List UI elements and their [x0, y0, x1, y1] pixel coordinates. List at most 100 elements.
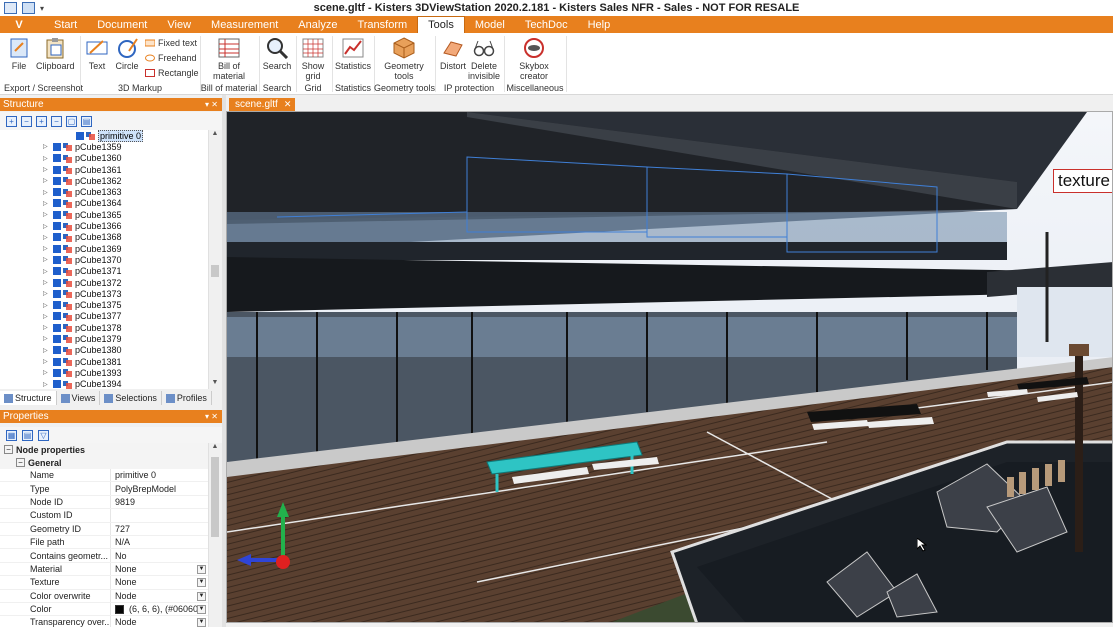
- geometry-tools-button[interactable]: Geometry tools: [384, 35, 424, 81]
- node-properties-category[interactable]: − Node properties: [0, 443, 208, 456]
- tab-views[interactable]: Views: [57, 391, 101, 405]
- visibility-checkbox[interactable]: [53, 222, 61, 231]
- tree-node[interactable]: ▷ pCube1361: [0, 164, 208, 175]
- quick-access-dropdown-icon[interactable]: ▾: [40, 4, 44, 13]
- expand-level-icon[interactable]: +: [36, 115, 47, 127]
- visibility-checkbox[interactable]: [53, 210, 61, 219]
- visibility-checkbox[interactable]: [53, 289, 61, 298]
- property-value[interactable]: primitive 0: [110, 469, 208, 482]
- freehand-button[interactable]: Freehand: [145, 53, 197, 63]
- property-value[interactable]: 9819: [110, 495, 208, 509]
- show-all-icon[interactable]: ▢: [66, 115, 77, 127]
- expand-arrow-icon[interactable]: ▷: [43, 256, 51, 263]
- expand-arrow-icon[interactable]: ▷: [43, 381, 51, 388]
- statistics-button[interactable]: Statistics: [335, 35, 371, 71]
- tree-node[interactable]: ▷ pCube1368: [0, 232, 208, 243]
- property-value[interactable]: Node ▼: [110, 616, 208, 627]
- property-row[interactable]: Custom ID: [0, 509, 208, 523]
- expand-arrow-icon[interactable]: ▷: [43, 211, 51, 218]
- tab-transform[interactable]: Transform: [347, 16, 417, 33]
- circle-markup-button[interactable]: Circle: [114, 35, 140, 71]
- visibility-checkbox[interactable]: [53, 142, 61, 151]
- tree-node[interactable]: ▷ pCube1373: [0, 288, 208, 299]
- visibility-checkbox[interactable]: [53, 154, 61, 163]
- property-value[interactable]: 727: [110, 522, 208, 535]
- tab-model[interactable]: Model: [465, 16, 515, 33]
- tab-view[interactable]: View: [157, 16, 201, 33]
- expand-arrow-icon[interactable]: ▷: [43, 290, 51, 297]
- collapse-all-icon[interactable]: −: [21, 115, 32, 127]
- 3d-scene[interactable]: [227, 112, 1113, 623]
- tree-node[interactable]: ▷ pCube1360: [0, 153, 208, 164]
- document-tab[interactable]: scene.gltf ✕: [229, 98, 296, 111]
- property-value[interactable]: No: [110, 549, 208, 562]
- tab-techdoc[interactable]: TechDoc: [515, 16, 578, 33]
- dropdown-arrow-icon[interactable]: ▼: [197, 604, 206, 614]
- visibility-checkbox[interactable]: [76, 131, 84, 140]
- sort-icon[interactable]: ▤: [22, 429, 33, 441]
- show-grid-button[interactable]: Show grid: [298, 35, 328, 81]
- visibility-checkbox[interactable]: [53, 278, 61, 287]
- distort-button[interactable]: Distort: [438, 35, 468, 71]
- visibility-checkbox[interactable]: [53, 323, 61, 332]
- expand-arrow-icon[interactable]: ▷: [43, 166, 51, 173]
- filter-icon[interactable]: ▽: [38, 429, 49, 441]
- tree-node[interactable]: ▷ pCube1366: [0, 220, 208, 231]
- visibility-checkbox[interactable]: [53, 176, 61, 185]
- tab-document[interactable]: Document: [87, 16, 157, 33]
- property-row[interactable]: Name primitive 0: [0, 469, 208, 483]
- tree-node[interactable]: ▷ pCube1372: [0, 277, 208, 288]
- tree-node[interactable]: ▷ pCube1363: [0, 186, 208, 197]
- visibility-checkbox[interactable]: [53, 301, 61, 310]
- tab-tools[interactable]: Tools: [417, 16, 465, 33]
- visibility-checkbox[interactable]: [53, 312, 61, 321]
- tree-node[interactable]: ▷ pCube1365: [0, 209, 208, 220]
- tree-node[interactable]: ▷ pCube1394: [0, 379, 208, 389]
- visibility-checkbox[interactable]: [53, 334, 61, 343]
- tree-node[interactable]: ▷ pCube1362: [0, 175, 208, 186]
- visibility-checkbox[interactable]: [53, 188, 61, 197]
- tree-node[interactable]: ▷ pCube1381: [0, 356, 208, 367]
- property-row[interactable]: Texture None ▼: [0, 576, 208, 590]
- tab-profiles[interactable]: Profiles: [162, 391, 212, 405]
- expand-arrow-icon[interactable]: ▷: [43, 234, 51, 241]
- tab-analyze[interactable]: Analyze: [288, 16, 347, 33]
- property-value[interactable]: (6, 6, 6), (#060606) ▼: [110, 602, 208, 616]
- property-row[interactable]: Node ID 9819: [0, 495, 208, 510]
- tree-node[interactable]: ▷ pCube1371: [0, 266, 208, 277]
- property-value[interactable]: Node ▼: [110, 589, 208, 602]
- expand-arrow-icon[interactable]: ▷: [43, 369, 51, 376]
- property-value[interactable]: N/A: [110, 535, 208, 549]
- close-icon[interactable]: ✕: [284, 99, 292, 110]
- expand-arrow-icon[interactable]: ▷: [43, 155, 51, 162]
- structure-scrollbar[interactable]: ▲ ▼: [208, 130, 222, 389]
- property-value[interactable]: None ▼: [110, 562, 208, 576]
- tree-node[interactable]: ▷ pCube1364: [0, 198, 208, 209]
- dropdown-arrow-icon[interactable]: ▼: [197, 618, 206, 627]
- expand-arrow-icon[interactable]: ▷: [43, 200, 51, 207]
- tree-node[interactable]: ▷ pCube1379: [0, 333, 208, 344]
- expand-arrow-icon[interactable]: ▷: [43, 302, 51, 309]
- expand-arrow-icon[interactable]: ▷: [43, 177, 51, 184]
- save-icon[interactable]: [4, 2, 17, 14]
- fixed-text-button[interactable]: Fixed text: [144, 38, 197, 48]
- delete-invisible-button[interactable]: Delete invisible: [468, 35, 500, 81]
- visibility-checkbox[interactable]: [53, 244, 61, 253]
- expand-arrow-icon[interactable]: ▷: [43, 143, 51, 150]
- visibility-checkbox[interactable]: [53, 368, 61, 377]
- property-value[interactable]: [110, 509, 208, 522]
- visibility-checkbox[interactable]: [53, 255, 61, 264]
- property-row[interactable]: Transparency over... Node ▼: [0, 616, 208, 627]
- visibility-checkbox[interactable]: [53, 346, 61, 355]
- tab-structure[interactable]: Structure: [0, 391, 57, 405]
- property-row[interactable]: File path N/A: [0, 535, 208, 550]
- expand-arrow-icon[interactable]: ▷: [43, 223, 51, 230]
- property-value[interactable]: PolyBrepModel: [110, 482, 208, 495]
- property-row[interactable]: Color overwrite Node ▼: [0, 589, 208, 603]
- expand-arrow-icon[interactable]: ▷: [43, 324, 51, 331]
- tab-selections[interactable]: Selections: [100, 391, 162, 405]
- expand-arrow-icon[interactable]: ▷: [43, 313, 51, 320]
- property-row[interactable]: Type PolyBrepModel: [0, 482, 208, 496]
- pin-icon[interactable]: ▾ ✕: [205, 412, 218, 421]
- visibility-checkbox[interactable]: [53, 165, 61, 174]
